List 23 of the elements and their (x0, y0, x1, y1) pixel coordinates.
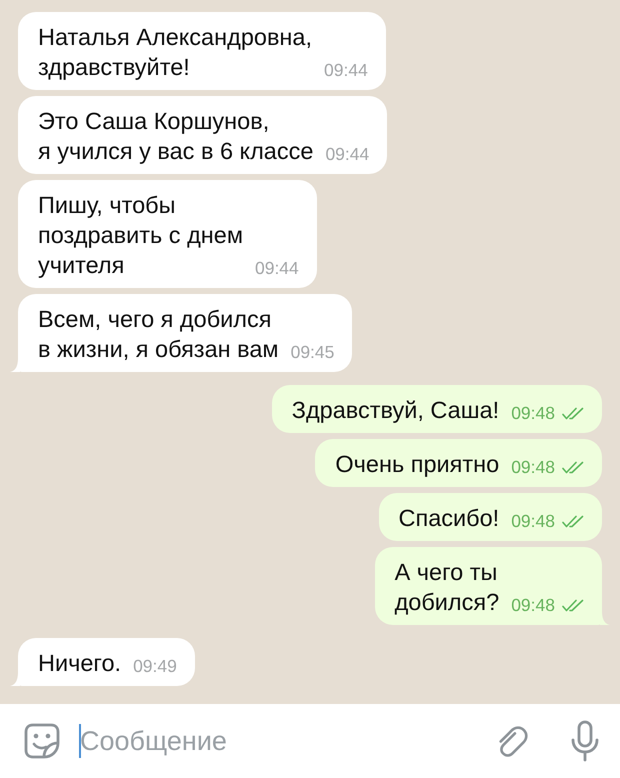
message-text: Это Саша Коршунов, я учился у вас в 6 классе (38, 107, 314, 166)
message-time: 09:45 (290, 341, 334, 364)
message-text: Очень приятно (335, 450, 500, 479)
message-text: Всем, чего я добился в жизни, я обязан вам (38, 305, 279, 364)
message-time: 09:48 (511, 456, 555, 479)
message-text: Наталья Александровна, здравствуйте! (38, 23, 312, 82)
message-time: 09:49 (133, 655, 177, 678)
message-time: 09:44 (254, 257, 299, 280)
message-input[interactable]: Сообщение (80, 722, 496, 760)
message-text: Спасибо! (398, 504, 500, 533)
message-time: 09:48 (511, 510, 555, 533)
message-text: Ничего. (38, 649, 122, 678)
message-text: Здравствуй, Саша! (292, 396, 500, 425)
message-time: 09:48 (511, 594, 555, 617)
message-time: 09:44 (325, 143, 370, 166)
microphone-button[interactable] (570, 720, 600, 762)
message-text: А чего ты добился? (394, 558, 500, 617)
sticker-icon (22, 721, 62, 761)
message-time: 09:48 (511, 402, 555, 425)
message-time: 09:44 (324, 59, 368, 82)
message-text: Пишу, чтобы поздравить с днем учителя (38, 191, 243, 280)
microphone-icon (570, 720, 600, 762)
sticker-button[interactable] (22, 721, 62, 761)
